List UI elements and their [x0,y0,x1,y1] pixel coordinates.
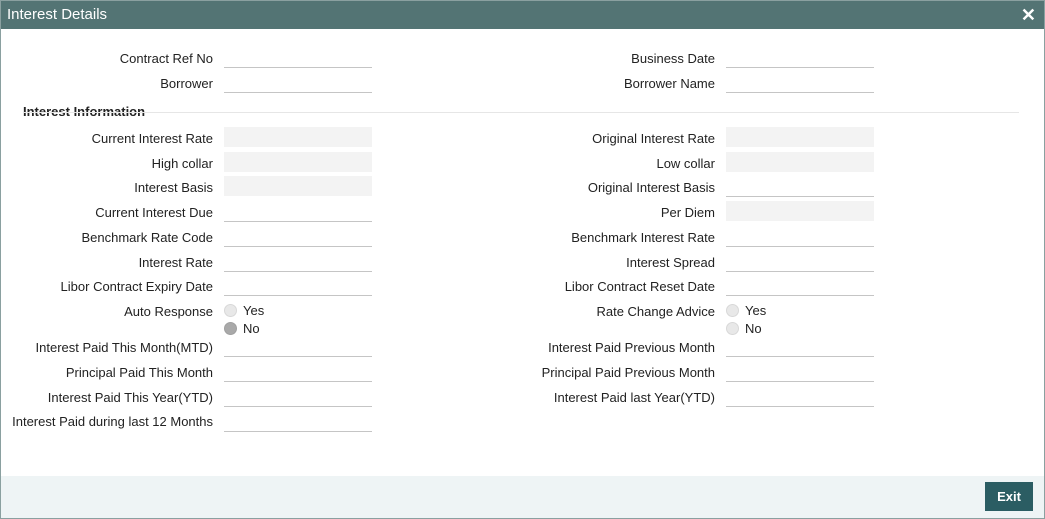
auto-response-label: Auto Response [124,304,213,319]
current-interest-rate-label: Current Interest Rate [91,131,213,146]
rate-change-advice-no-radio[interactable] [726,321,739,335]
interest-rate-field[interactable] [224,252,372,272]
rate-change-advice-yes-label: Yes [745,302,767,318]
rate-change-advice-label: Rate Change Advice [596,304,715,319]
interest-details-dialog: Interest Details ✕ Contract Ref No Busin… [0,0,1045,519]
interest-paid-this-month-field[interactable] [224,337,372,357]
principal-paid-previous-month-label: Principal Paid Previous Month [541,365,715,380]
principal-paid-previous-month-field[interactable] [726,362,874,382]
interest-basis-field [224,176,372,196]
original-interest-basis-label: Original Interest Basis [587,180,715,195]
libor-contract-expiry-date-field[interactable] [224,276,372,296]
business-date-label: Business Date [631,51,715,66]
auto-response-no-option[interactable]: No [224,320,260,336]
borrower-field[interactable] [224,73,372,93]
low-collar-field [726,152,874,172]
interest-spread-field[interactable] [726,252,874,272]
interest-spread-label: Interest Spread [626,255,715,270]
interest-paid-last-year-field[interactable] [726,387,874,407]
current-interest-due-label: Current Interest Due [95,205,213,220]
interest-paid-previous-month-label: Interest Paid Previous Month [548,340,715,355]
auto-response-yes-option[interactable]: Yes [224,302,264,318]
libor-contract-reset-date-field[interactable] [726,276,874,296]
benchmark-rate-code-label: Benchmark Rate Code [81,230,213,245]
benchmark-rate-code-field[interactable] [224,227,372,247]
contract-ref-no-field[interactable] [224,48,372,68]
auto-response-yes-label: Yes [243,302,265,318]
original-interest-rate-label: Original Interest Rate [592,131,715,146]
contract-ref-no-label: Contract Ref No [119,51,213,66]
original-interest-rate-field [726,127,874,147]
interest-rate-label: Interest Rate [138,255,213,270]
exit-button[interactable]: Exit [985,482,1033,511]
interest-paid-last-12-months-label: Interest Paid during last 12 Months [12,414,213,429]
principal-paid-this-month-label: Principal Paid This Month [65,365,213,380]
interest-paid-this-month-label: Interest Paid This Month(MTD) [35,340,213,355]
borrower-name-label: Borrower Name [623,76,715,91]
rate-change-advice-yes-radio[interactable] [726,303,739,317]
rate-change-advice-no-option[interactable]: No [726,320,762,336]
title-bar: Interest Details ✕ [1,1,1044,29]
auto-response-yes-radio[interactable] [224,303,237,317]
per-diem-field [726,201,874,221]
interest-paid-last-year-label: Interest Paid last Year(YTD) [553,390,715,405]
per-diem-label: Per Diem [660,205,715,220]
high-collar-label: High collar [151,156,213,171]
borrower-name-field[interactable] [726,73,874,93]
benchmark-interest-rate-label: Benchmark Interest Rate [571,230,715,245]
current-interest-due-field[interactable] [224,202,372,222]
interest-paid-this-year-label: Interest Paid This Year(YTD) [47,390,213,405]
section-divider [23,112,1019,113]
auto-response-no-label: No [243,320,260,336]
libor-contract-expiry-date-label: Libor Contract Expiry Date [60,279,213,294]
rate-change-advice-yes-option[interactable]: Yes [726,302,766,318]
dialog-footer [1,476,1044,518]
dialog-title: Interest Details [7,6,108,23]
benchmark-interest-rate-field[interactable] [726,227,874,247]
principal-paid-this-month-field[interactable] [224,362,372,382]
interest-basis-label: Interest Basis [134,180,213,195]
original-interest-basis-field[interactable] [726,177,874,197]
libor-contract-reset-date-label: Libor Contract Reset Date [564,279,715,294]
interest-paid-last-12-months-field[interactable] [224,412,372,432]
business-date-field[interactable] [726,48,874,68]
auto-response-no-radio[interactable] [224,321,237,335]
current-interest-rate-field [224,127,372,147]
borrower-label: Borrower [160,76,213,91]
low-collar-label: Low collar [656,156,715,171]
interest-paid-this-year-field[interactable] [224,387,372,407]
close-icon[interactable]: ✕ [1021,4,1036,26]
interest-paid-previous-month-field[interactable] [726,337,874,357]
rate-change-advice-no-label: No [745,320,762,336]
high-collar-field [224,152,372,172]
